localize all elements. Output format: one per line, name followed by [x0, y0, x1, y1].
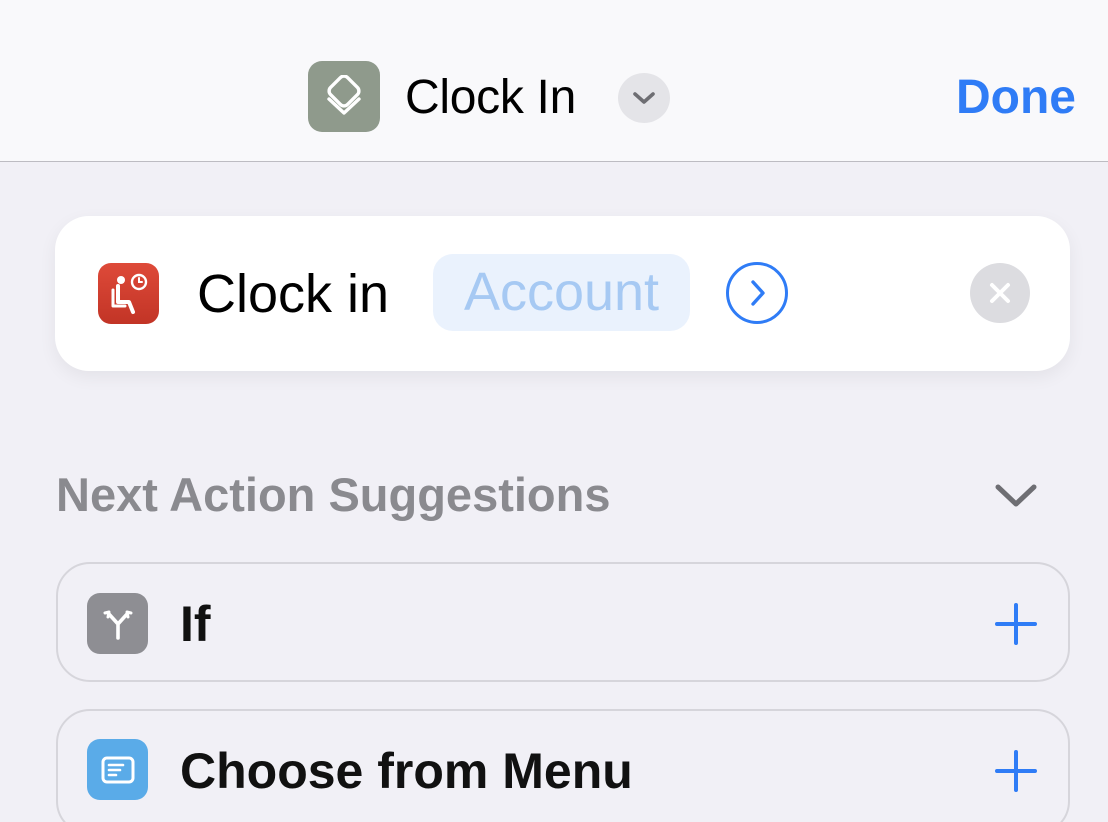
collapse-suggestions-button[interactable] — [986, 470, 1046, 520]
seated-person-clock-icon — [111, 273, 147, 314]
suggestion-label: Choose from Menu — [180, 743, 633, 799]
close-icon — [990, 283, 1010, 303]
app-icon — [98, 263, 159, 324]
suggestion-icon — [87, 593, 148, 654]
suggestion-icon — [87, 739, 148, 800]
add-choose-from-menu-button[interactable] — [992, 747, 1040, 795]
action-card-clock-in[interactable]: Clock in Account — [55, 216, 1070, 371]
chevron-down-icon — [995, 484, 1037, 507]
account-parameter[interactable]: Account — [433, 254, 690, 331]
chevron-down-icon — [633, 92, 655, 104]
action-label: Clock in — [197, 264, 390, 324]
done-button[interactable]: Done — [956, 66, 1076, 130]
navigation-bar: Clock In Done — [0, 0, 1108, 162]
chevron-right-icon — [751, 280, 765, 306]
suggestion-if[interactable]: If — [56, 562, 1070, 682]
shortcut-icon[interactable] — [308, 61, 380, 132]
title-menu-button[interactable] — [618, 73, 670, 123]
suggestion-choose-from-menu[interactable]: Choose from Menu — [56, 709, 1070, 822]
menu-list-icon — [101, 756, 134, 783]
remove-action-button[interactable] — [970, 263, 1030, 323]
expand-action-button[interactable] — [726, 262, 788, 324]
suggestion-label: If — [180, 596, 211, 652]
suggestions-heading: Next Action Suggestions — [56, 468, 611, 521]
shortcut-editor: Clock In Done Clock in Account Next Acti… — [0, 0, 1108, 822]
shortcut-title[interactable]: Clock In — [405, 66, 576, 130]
add-if-button[interactable] — [992, 600, 1040, 648]
layers-icon — [327, 74, 361, 115]
branch-icon — [103, 610, 132, 640]
plus-icon — [995, 750, 1037, 792]
plus-icon — [995, 603, 1037, 645]
